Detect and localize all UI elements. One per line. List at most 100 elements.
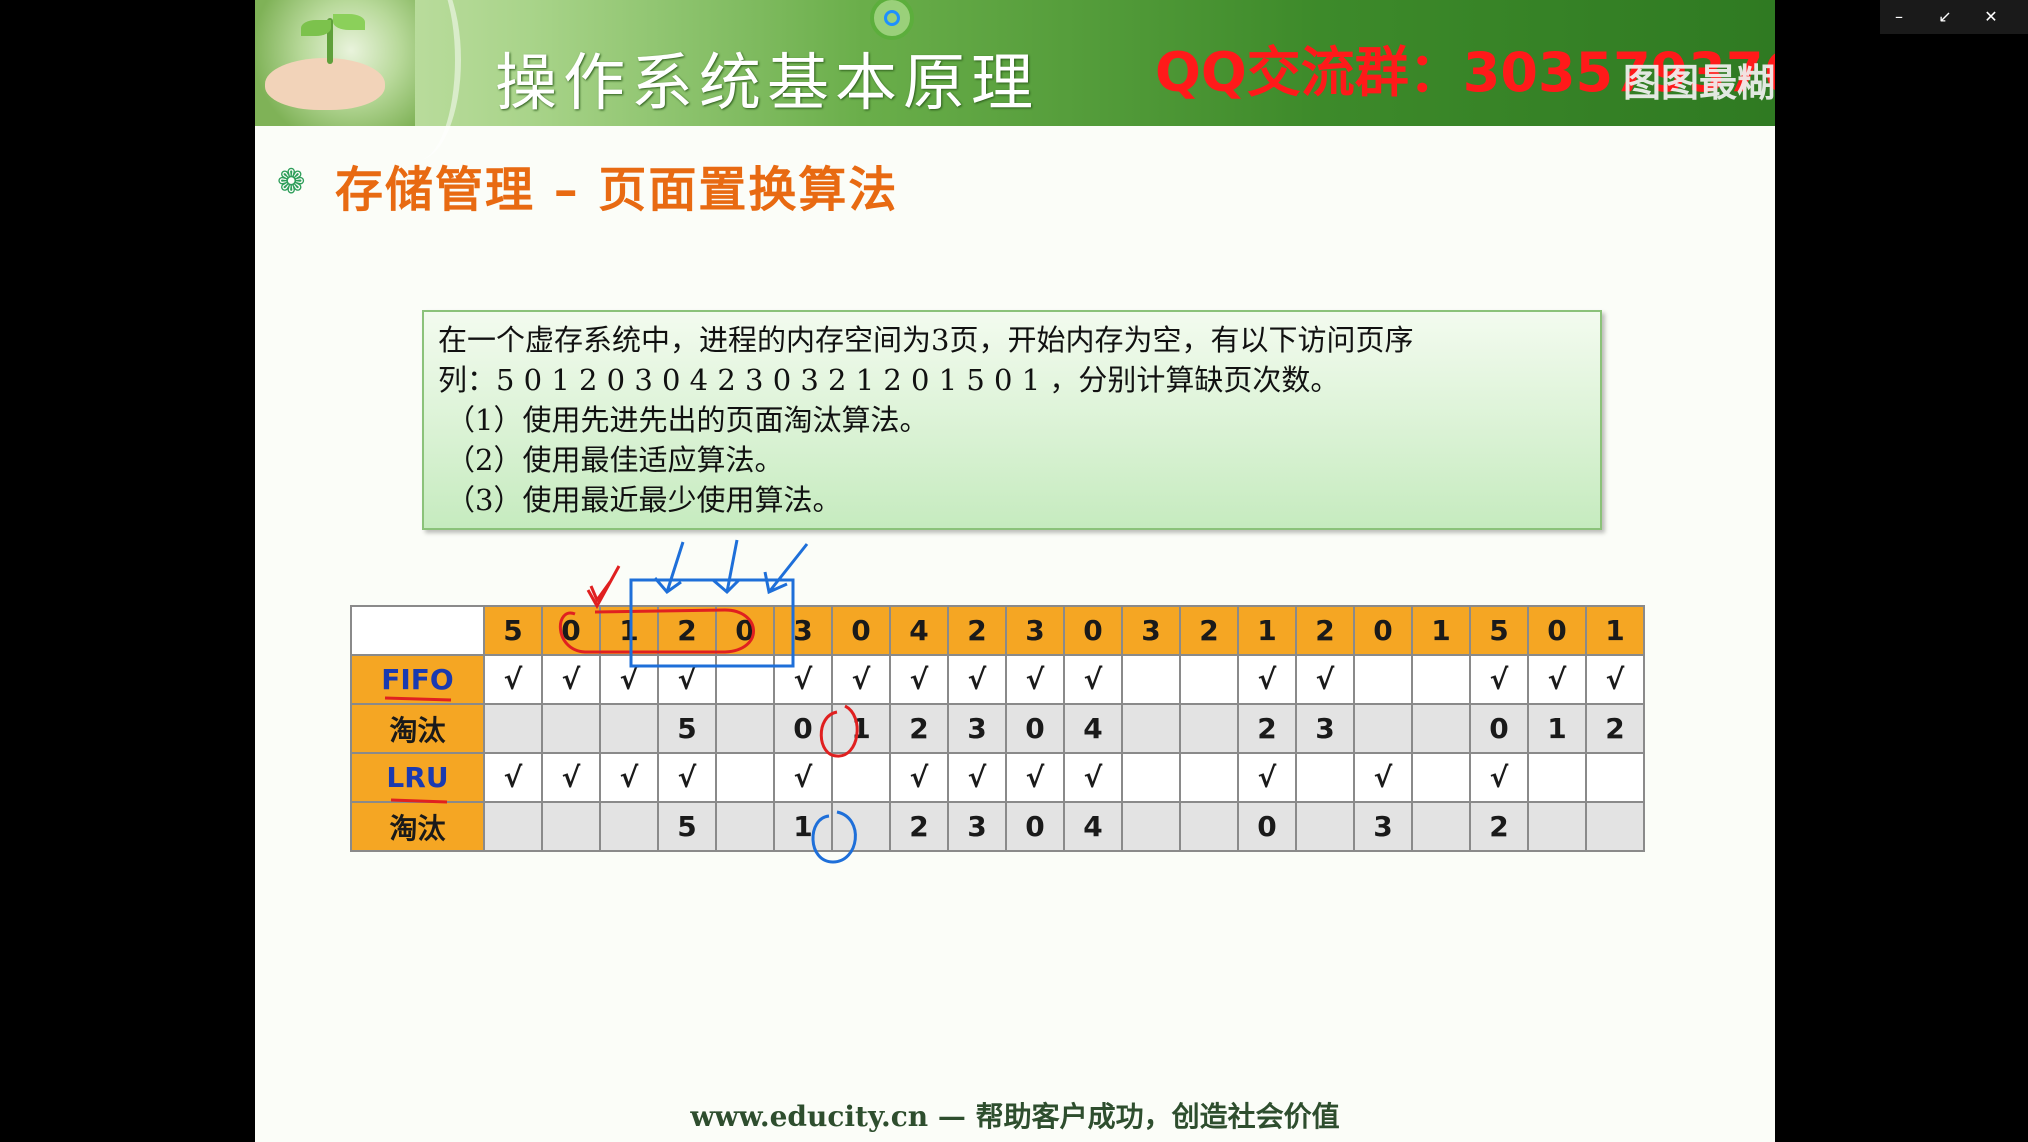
sequence-cell: 1 [1585,605,1645,656]
table-cell: √ [541,752,601,803]
table-cell: 4 [1063,801,1123,852]
table-cell [715,703,775,754]
table-cell [715,801,775,852]
table-cell: √ [889,752,949,803]
sequence-cell: 4 [889,605,949,656]
gear-bullet-icon: ❁ [277,162,306,202]
table-cell: √ [657,752,717,803]
table-cell: √ [599,752,659,803]
sequence-cell: 3 [1005,605,1065,656]
table-cell: √ [947,654,1007,705]
table-row: LRU √ √ √ √ √ √ √ √ √ √ √ √ [350,752,1645,803]
close-button[interactable]: ✕ [1968,0,2014,32]
header-decoration [375,0,461,160]
sequence-cell: 1 [599,605,659,656]
table-cell: √ [773,654,833,705]
problem-item: （3）使用最近最少使用算法。 [446,483,842,517]
table-cell: 5 [657,801,717,852]
footer-text: www.educity.cn — 帮助客户成功，创造社会价值 [690,1100,1340,1133]
blue-arrow [653,541,685,595]
table-cell [1121,654,1181,705]
table-row: FIFO √ √ √ √ √ √ √ √ √ √ √ √ √ √ √ [350,654,1645,705]
table-cell [831,752,891,803]
table-cell: √ [599,654,659,705]
hand-icon [265,58,385,110]
table-cell: 1 [831,703,891,754]
table-cell [599,801,659,852]
table-cell [1411,801,1471,852]
red-check-mark [586,565,621,610]
table-cell: 0 [1005,703,1065,754]
slide: 操作系统基本原理 QQ交流群：303579376 图图最糊涂 bilibili … [255,0,1775,1142]
table-cell: √ [541,654,601,705]
table-cell: √ [1005,752,1065,803]
sequence-row: 50120304230321201501 [350,605,1645,656]
table-cell: 0 [1469,703,1529,754]
table-cell: √ [947,752,1007,803]
sequence-cell: 2 [1295,605,1355,656]
table-cell [1179,703,1239,754]
sequence-cell: 5 [483,605,543,656]
problem-line: 列：5 0 1 2 0 3 0 4 2 3 0 3 2 1 2 0 1 5 0 … [438,363,1340,397]
table-cell [1121,801,1181,852]
sequence-cell: 0 [715,605,775,656]
table-cell [1411,752,1471,803]
sequence-cell: 0 [541,605,601,656]
table-cell: √ [773,752,833,803]
table-cell: √ [483,654,543,705]
table-cell: √ [1469,752,1529,803]
table-cell [1585,801,1645,852]
table-cell [1179,752,1239,803]
table-cell: √ [1063,752,1123,803]
table-cell: √ [1237,654,1297,705]
table-cell [1411,703,1471,754]
table-cell [541,703,601,754]
table-cell: √ [657,654,717,705]
sequence-cell: 0 [831,605,891,656]
table-cell [1527,752,1587,803]
table-cell [1353,654,1413,705]
table-cell [483,801,543,852]
table-cell: 2 [1585,703,1645,754]
table-cell [483,703,543,754]
table-cell: 1 [1527,703,1587,754]
table-cell [1295,752,1355,803]
table-cell [831,801,891,852]
sequence-cell: 3 [1121,605,1181,656]
problem-line: 在一个虚存系统中，进程的内存空间为3页，开始内存为空，有以下访问页序 [438,323,1414,357]
table-cell: 0 [773,703,833,754]
table-cell: 2 [889,703,949,754]
table-cell: 3 [947,801,1007,852]
table-cell: 3 [1295,703,1355,754]
blue-arrow [763,543,809,595]
minimize-button[interactable]: – [1876,0,1922,32]
table-cell: 2 [1469,801,1529,852]
table-cell: √ [483,752,543,803]
table-cell [715,654,775,705]
table-cell: 0 [1237,801,1297,852]
table-cell: √ [889,654,949,705]
sequence-cell: 2 [657,605,717,656]
table-cell: 5 [657,703,717,754]
restore-button[interactable]: ↙ [1922,0,1968,32]
sequence-cell: 2 [1179,605,1239,656]
table-cell [1121,703,1181,754]
table-cell: √ [1527,654,1587,705]
sequence-cell: 3 [773,605,833,656]
corner-cell [350,605,485,656]
table-cell: 2 [1237,703,1297,754]
problem-item: （2）使用最佳适应算法。 [446,443,784,477]
sequence-cell: 1 [1411,605,1471,656]
blue-arrow [712,539,741,595]
table-cell: √ [1353,752,1413,803]
table-cell [541,801,601,852]
red-arrow [589,581,612,604]
sequence-cell: 0 [1527,605,1587,656]
table-cell: 4 [1063,703,1123,754]
row-label: 淘汰 [350,703,485,754]
row-label: FIFO [350,654,485,705]
table-cell: √ [1063,654,1123,705]
table-cell: √ [1469,654,1529,705]
table-cell [1121,752,1181,803]
table-cell: 2 [889,801,949,852]
